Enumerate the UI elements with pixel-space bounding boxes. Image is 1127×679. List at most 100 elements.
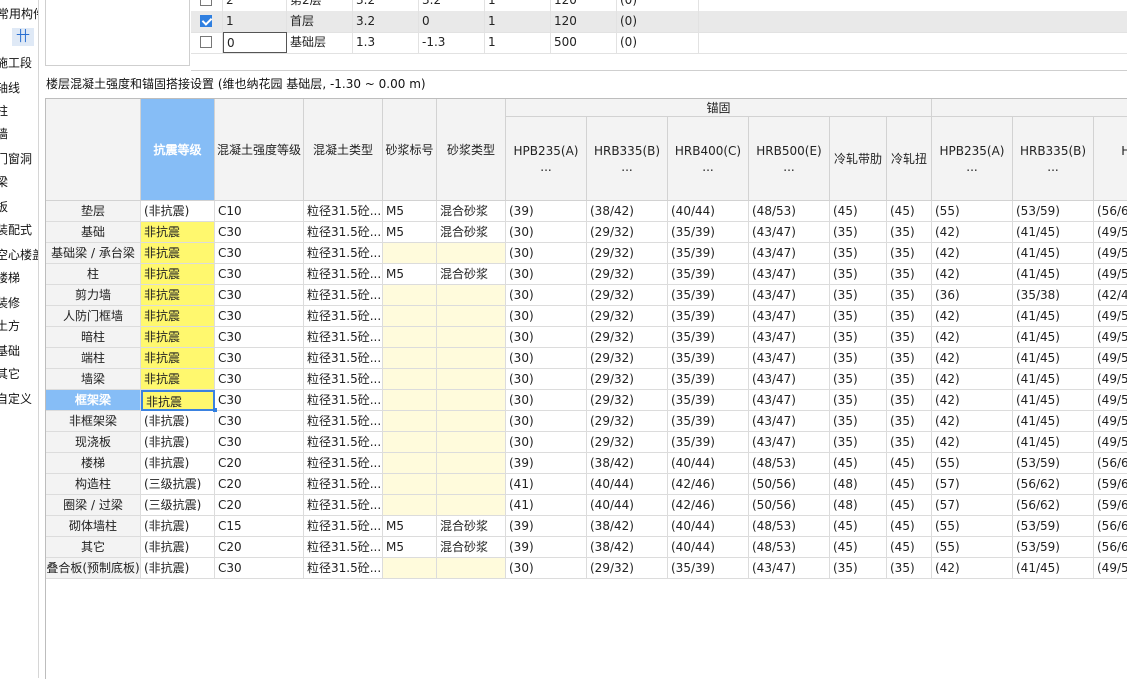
anchor-cell[interactable]: (40/44)	[668, 537, 749, 558]
anchor-cell[interactable]: (29/32)	[587, 264, 668, 285]
lap-cell[interactable]: (42)	[932, 222, 1013, 243]
mortar-grade-cell[interactable]	[383, 306, 437, 327]
concrete-grade-cell[interactable]: C30	[215, 264, 304, 285]
anchor-cell[interactable]: (43/47)	[749, 285, 830, 306]
anchor-cell[interactable]: (30)	[506, 558, 587, 579]
anchor-cell[interactable]: (30)	[506, 327, 587, 348]
anchor-cell[interactable]: (35)	[887, 264, 932, 285]
row-header[interactable]: 柱	[46, 264, 141, 285]
lap-cell[interactable]: (57)	[932, 474, 1013, 495]
nav-item[interactable]: 板	[0, 197, 8, 217]
nav-item[interactable]: 空心楼盖	[0, 245, 38, 265]
grid-icon[interactable]: 卄	[12, 28, 34, 46]
concrete-type-cell[interactable]: 粒径31.5砼...	[304, 453, 383, 474]
row-header[interactable]: 叠合板(预制底板)	[46, 558, 141, 579]
nav-item[interactable]: 装配式	[0, 220, 32, 240]
mortar-type-cell[interactable]	[437, 390, 506, 411]
mortar-grade-cell[interactable]	[383, 558, 437, 579]
lap-cell[interactable]: (41/45)	[1013, 558, 1094, 579]
concrete-type-cell[interactable]: 粒径31.5砼...	[304, 243, 383, 264]
floor-height-cell[interactable]: 3.2	[353, 0, 419, 11]
anchor-cell[interactable]: (35/39)	[668, 390, 749, 411]
anchor-cell[interactable]: (29/32)	[587, 558, 668, 579]
nav-item[interactable]: 墙	[0, 124, 8, 144]
nav-item[interactable]: 装修	[0, 293, 20, 313]
floor-row[interactable]: 1 首层 3.2 0 1 120 (0)	[191, 11, 1127, 33]
concrete-grade-cell[interactable]: C30	[215, 327, 304, 348]
floor-thickness-cell[interactable]: 500	[551, 32, 617, 53]
anchor-cell[interactable]: (45)	[887, 474, 932, 495]
seismic-cell[interactable]: 非抗震	[141, 222, 215, 243]
anchor-cell[interactable]: (29/32)	[587, 369, 668, 390]
nav-item[interactable]: 施工段	[0, 53, 32, 73]
concrete-grade-cell[interactable]: C30	[215, 306, 304, 327]
anchor-cell[interactable]: (35/39)	[668, 306, 749, 327]
seismic-cell[interactable]: 非抗震	[141, 369, 215, 390]
lap-cell[interactable]: (56/6	[1094, 201, 1127, 222]
anchor-cell[interactable]: (35)	[830, 327, 887, 348]
concrete-type-cell[interactable]: 粒径31.5砼...	[304, 432, 383, 453]
anchor-cell[interactable]: (39)	[506, 516, 587, 537]
seismic-cell[interactable]: 非抗震	[141, 306, 215, 327]
anchor-cell[interactable]: (43/47)	[749, 306, 830, 327]
concrete-grade-cell[interactable]: C20	[215, 474, 304, 495]
concrete-type-cell[interactable]: 粒径31.5砼...	[304, 348, 383, 369]
header-anchor-1[interactable]: HRB335(B)...	[587, 117, 668, 201]
anchor-cell[interactable]: (35)	[887, 390, 932, 411]
lap-cell[interactable]: (56/6	[1094, 537, 1127, 558]
concrete-grade-cell[interactable]: C30	[215, 285, 304, 306]
mortar-grade-cell[interactable]	[383, 327, 437, 348]
concrete-type-cell[interactable]: 粒径31.5砼...	[304, 495, 383, 516]
mortar-grade-cell[interactable]	[383, 348, 437, 369]
mortar-type-cell[interactable]	[437, 243, 506, 264]
anchor-cell[interactable]: (48/53)	[749, 201, 830, 222]
nav-item[interactable]: 基础	[0, 341, 20, 361]
row-header[interactable]: 构造柱	[46, 474, 141, 495]
seismic-cell[interactable]: 非抗震	[141, 264, 215, 285]
seismic-cell[interactable]: (非抗震)	[141, 411, 215, 432]
anchor-cell[interactable]: (29/32)	[587, 243, 668, 264]
floor-code-cell[interactable]: 1	[223, 11, 287, 32]
lap-cell[interactable]: (49/5	[1094, 369, 1127, 390]
anchor-cell[interactable]: (35)	[830, 558, 887, 579]
anchor-cell[interactable]: (45)	[887, 495, 932, 516]
anchor-cell[interactable]: (39)	[506, 201, 587, 222]
row-header[interactable]: 现浇板	[46, 432, 141, 453]
concrete-grade-cell[interactable]: C30	[215, 558, 304, 579]
row-header[interactable]: 基础	[46, 222, 141, 243]
anchor-cell[interactable]: (43/47)	[749, 348, 830, 369]
seismic-cell[interactable]: (非抗震)	[141, 537, 215, 558]
anchor-cell[interactable]: (29/32)	[587, 348, 668, 369]
anchor-cell[interactable]: (35/39)	[668, 348, 749, 369]
seismic-cell[interactable]: 非抗震	[141, 327, 215, 348]
mortar-type-cell[interactable]: 混合砂浆	[437, 222, 506, 243]
anchor-cell[interactable]: (45)	[887, 201, 932, 222]
row-header[interactable]: 人防门框墙	[46, 306, 141, 327]
anchor-cell[interactable]: (45)	[887, 516, 932, 537]
anchor-cell[interactable]: (30)	[506, 390, 587, 411]
concrete-type-cell[interactable]: 粒径31.5砼...	[304, 306, 383, 327]
row-header[interactable]: 楼梯	[46, 453, 141, 474]
lap-cell[interactable]: (36)	[932, 285, 1013, 306]
anchor-cell[interactable]: (35/39)	[668, 411, 749, 432]
anchor-cell[interactable]: (29/32)	[587, 327, 668, 348]
anchor-cell[interactable]: (35)	[830, 432, 887, 453]
concrete-grade-cell[interactable]: C30	[215, 390, 304, 411]
lap-cell[interactable]: (56/62)	[1013, 495, 1094, 516]
header-mortar-type[interactable]: 砂浆类型	[437, 99, 506, 201]
mortar-grade-cell[interactable]	[383, 390, 437, 411]
floor-base-cell[interactable]: 0	[419, 11, 485, 32]
mortar-type-cell[interactable]	[437, 306, 506, 327]
mortar-grade-cell[interactable]	[383, 432, 437, 453]
anchor-cell[interactable]: (35)	[830, 264, 887, 285]
row-header[interactable]: 端柱	[46, 348, 141, 369]
seismic-cell[interactable]: 非抗震	[141, 285, 215, 306]
floor-count-cell[interactable]: 1	[485, 11, 551, 32]
anchor-cell[interactable]: (45)	[830, 201, 887, 222]
concrete-type-cell[interactable]: 粒径31.5砼...	[304, 222, 383, 243]
header-concrete-grade[interactable]: 混凝土强度等级	[215, 99, 304, 201]
floor-code-cell[interactable]: 2	[223, 0, 287, 11]
mortar-type-cell[interactable]: 混合砂浆	[437, 201, 506, 222]
lap-cell[interactable]: (55)	[932, 516, 1013, 537]
lap-cell[interactable]: (41/45)	[1013, 264, 1094, 285]
